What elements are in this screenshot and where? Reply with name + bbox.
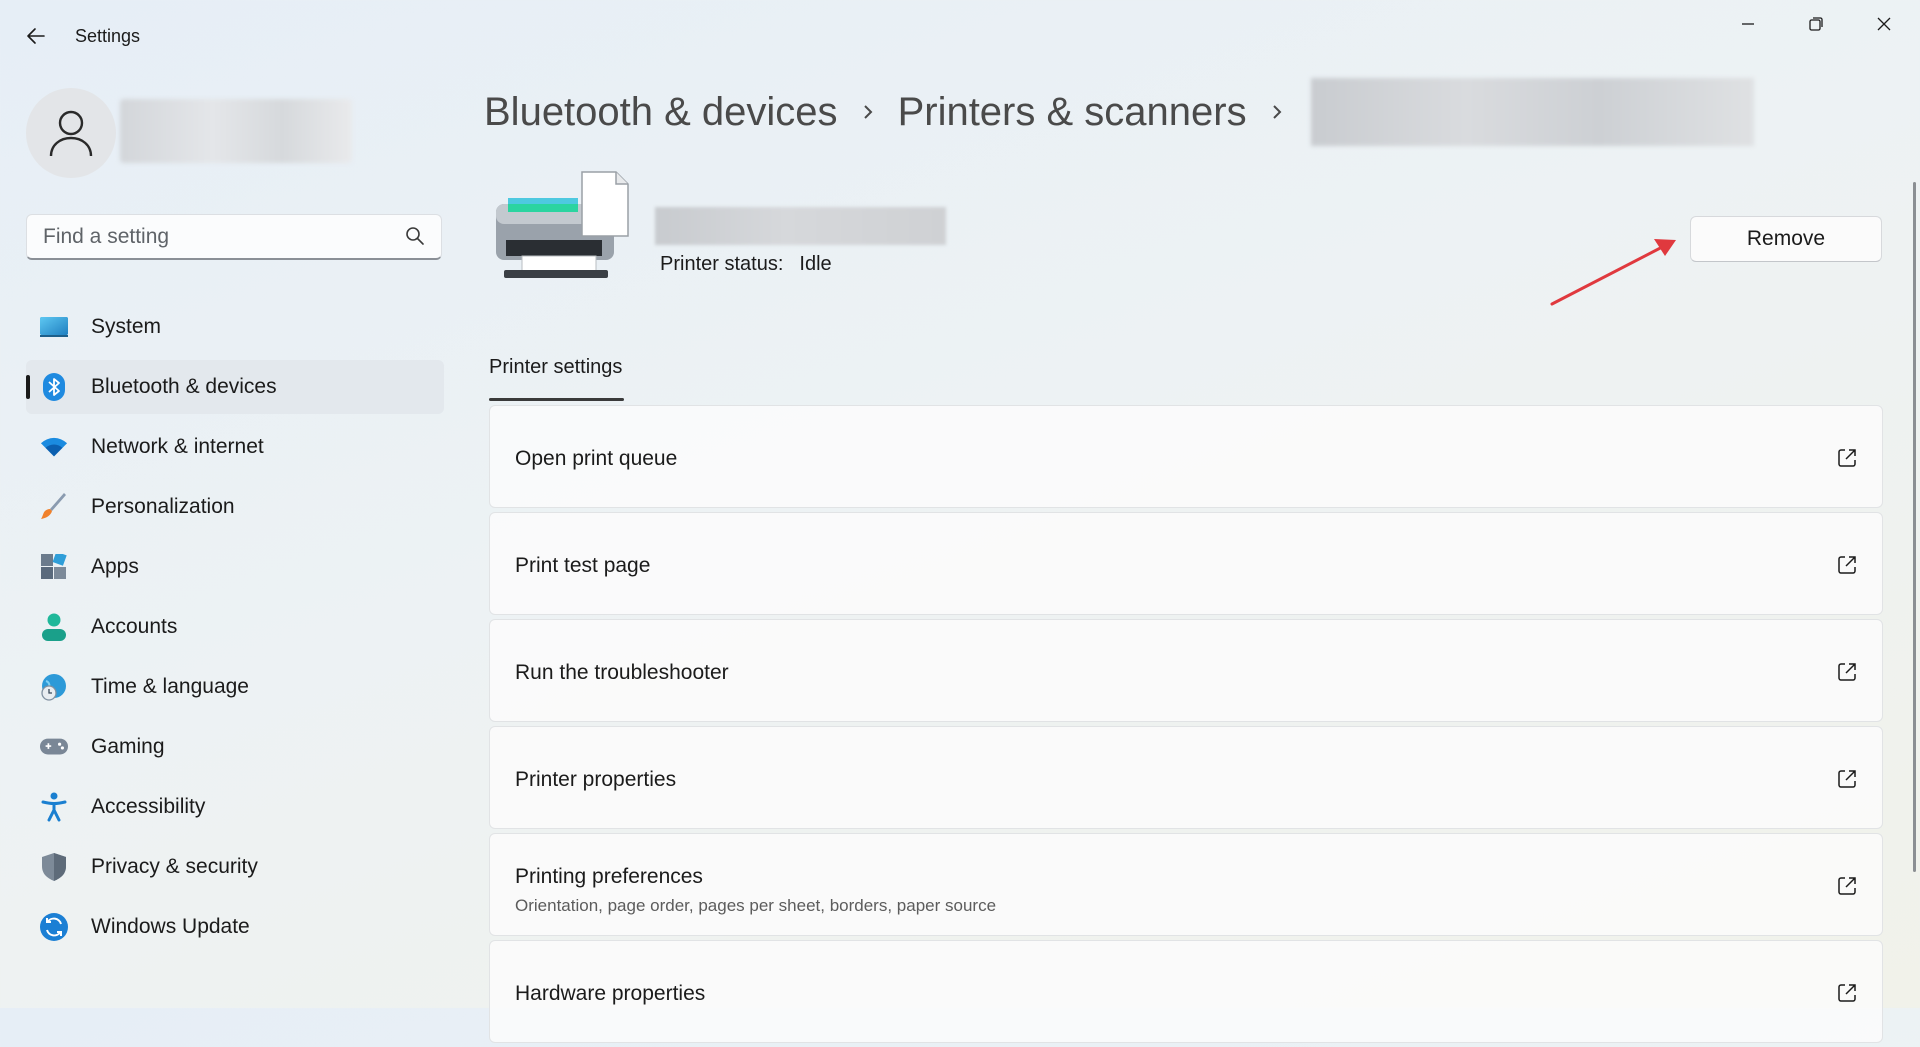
sidebar-item-label: Gaming	[91, 735, 165, 758]
sidebar-item-accounts[interactable]: Accounts	[26, 600, 444, 654]
sidebar-item-accessibility[interactable]: Accessibility	[26, 780, 444, 834]
accessibility-icon	[40, 792, 68, 822]
printer-settings-list: Open print queue Print test page Run the…	[489, 405, 1883, 1047]
redacted-user-name	[120, 99, 352, 163]
open-external-icon	[1838, 770, 1856, 788]
sidebar-item-label: Network & internet	[91, 435, 264, 458]
chevron-right-icon	[838, 102, 898, 122]
card-title: Printing preferences	[515, 865, 703, 888]
sidebar-item-label: Time & language	[91, 675, 249, 698]
search-box[interactable]	[26, 214, 442, 260]
breadcrumb-bluetooth-devices[interactable]: Bluetooth & devices	[484, 90, 838, 135]
sidebar-item-label: Privacy & security	[91, 855, 258, 878]
title-bar: Settings	[0, 0, 1920, 72]
wifi-icon	[40, 433, 68, 461]
system-icon	[40, 313, 68, 341]
card-title: Open print queue	[515, 447, 678, 470]
sidebar-item-bluetooth-devices[interactable]: Bluetooth & devices	[26, 360, 444, 414]
restore-button[interactable]	[1782, 0, 1850, 48]
minimize-icon	[1742, 23, 1754, 25]
update-icon	[40, 913, 68, 941]
avatar[interactable]	[26, 88, 116, 178]
shield-icon	[40, 853, 68, 881]
apps-icon	[40, 553, 68, 581]
sidebar-item-time-language[interactable]: Time & language	[26, 660, 444, 714]
breadcrumb: Bluetooth & devices Printers & scanners	[484, 78, 1754, 146]
search-input[interactable]	[41, 215, 405, 259]
open-external-icon	[1838, 877, 1856, 895]
printer-status: Printer status: Idle	[660, 253, 832, 276]
open-print-queue-card[interactable]: Open print queue	[489, 405, 1883, 508]
sidebar-nav: System Bluetooth & devices Network & int…	[26, 300, 444, 960]
accounts-icon	[40, 613, 68, 641]
sidebar-item-windows-update[interactable]: Windows Update	[26, 900, 444, 954]
card-title: Run the troubleshooter	[515, 661, 729, 684]
bluetooth-icon	[40, 373, 68, 401]
globe-clock-icon	[40, 673, 68, 701]
sidebar-item-label: Accounts	[91, 615, 178, 638]
open-external-icon	[1838, 556, 1856, 574]
sidebar-item-privacy-security[interactable]: Privacy & security	[26, 840, 444, 894]
card-title: Print test page	[515, 554, 651, 577]
redacted-printer-name-crumb	[1310, 78, 1754, 146]
sidebar-item-label: Apps	[91, 555, 139, 578]
printer-icon	[494, 170, 634, 282]
printer-properties-card[interactable]: Printer properties	[489, 726, 1883, 829]
brush-icon	[40, 493, 68, 521]
redacted-printer-name	[655, 207, 946, 245]
open-external-icon	[1838, 449, 1856, 467]
sidebar-item-label: Bluetooth & devices	[91, 375, 277, 398]
sidebar-item-label: System	[91, 315, 162, 338]
print-test-page-card[interactable]: Print test page	[489, 512, 1883, 615]
sidebar-item-gaming[interactable]: Gaming	[26, 720, 444, 774]
sidebar-item-label: Accessibility	[91, 795, 206, 818]
annotation-arrow	[1550, 239, 1676, 306]
remove-button[interactable]: Remove	[1690, 216, 1882, 262]
sidebar-item-network[interactable]: Network & internet	[26, 420, 444, 474]
printer-status-value: Idle	[799, 253, 832, 275]
open-external-icon	[1838, 663, 1856, 681]
sidebar-item-label: Personalization	[91, 495, 235, 518]
open-external-icon	[1838, 984, 1856, 1002]
printer-status-label: Printer status:	[660, 253, 784, 275]
breadcrumb-printers-scanners[interactable]: Printers & scanners	[898, 90, 1247, 135]
close-icon	[1877, 17, 1891, 31]
gamepad-icon	[40, 733, 68, 761]
sidebar-item-apps[interactable]: Apps	[26, 540, 444, 594]
chevron-right-icon	[1247, 102, 1307, 122]
tab-printer-settings[interactable]: Printer settings	[489, 356, 622, 379]
sidebar-item-label: Windows Update	[91, 915, 250, 938]
printing-preferences-card[interactable]: Printing preferences Orientation, page o…	[489, 833, 1883, 936]
minimize-button[interactable]	[1714, 0, 1782, 48]
run-troubleshooter-card[interactable]: Run the troubleshooter	[489, 619, 1883, 722]
back-button[interactable]	[20, 20, 52, 52]
sidebar-item-system[interactable]: System	[26, 300, 444, 354]
sidebar-item-personalization[interactable]: Personalization	[26, 480, 444, 534]
back-arrow-icon	[27, 28, 45, 44]
tab-underline	[489, 398, 624, 401]
user-icon	[49, 110, 93, 157]
search-icon[interactable]	[405, 226, 425, 246]
restore-icon	[1809, 17, 1823, 31]
hardware-properties-card[interactable]: Hardware properties	[489, 940, 1883, 1043]
card-title: Printer properties	[515, 768, 677, 791]
vertical-scrollbar[interactable]	[1913, 182, 1916, 872]
close-button[interactable]	[1850, 0, 1918, 48]
app-title: Settings	[75, 26, 141, 46]
card-title: Hardware properties	[515, 982, 706, 1005]
card-subtitle: Orientation, page order, pages per sheet…	[515, 896, 997, 915]
